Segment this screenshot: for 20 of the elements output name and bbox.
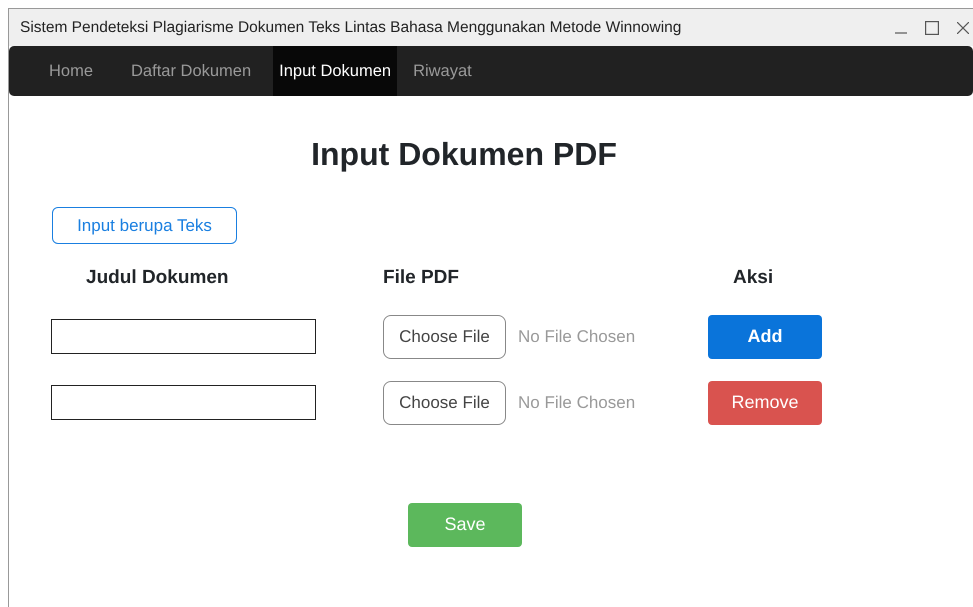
title-input-field[interactable] <box>51 319 316 354</box>
window-title: Sistem Pendeteksi Plagiarisme Dokumen Teks Lintas Bahasa Menggunakan Metode Winnowing <box>20 18 682 38</box>
column-header: Aksi <box>733 267 774 288</box>
nav-tab[interactable]: Input Dokumen <box>273 46 398 96</box>
text-input-button[interactable]: Input berupa Teks <box>52 207 237 244</box>
maximize-icon[interactable] <box>925 20 939 34</box>
remove-button[interactable]: Remove <box>708 380 822 424</box>
column-header: Judul Dokumen <box>86 267 229 288</box>
file-status-text: No File Chosen <box>518 392 636 414</box>
choose-file-button[interactable]: Choose File <box>383 380 506 424</box>
nav-tab[interactable]: Home <box>33 46 116 96</box>
column-header: File PDF <box>383 267 460 288</box>
close-icon[interactable] <box>957 22 969 34</box>
title-input-field[interactable] <box>51 385 316 420</box>
page-heading: Input Dokumen PDF <box>310 135 618 174</box>
file-status-text: No File Chosen <box>518 326 636 348</box>
nav-tab[interactable]: Riwayat <box>397 46 494 96</box>
nav-tab[interactable]: Daftar Dokumen <box>115 46 274 96</box>
add-button[interactable]: Add <box>708 314 822 358</box>
choose-file-button[interactable]: Choose File <box>383 314 506 358</box>
